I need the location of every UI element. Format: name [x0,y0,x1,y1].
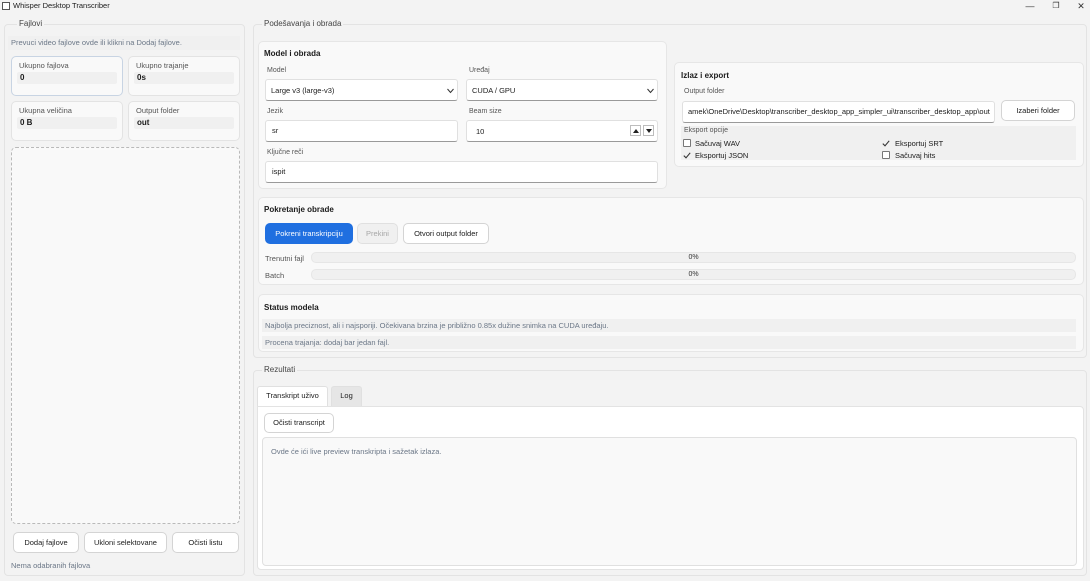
transcript-placeholder: Ovde će ići live preview transkripta i s… [271,447,442,456]
chevron-down-icon [447,88,454,94]
batch-progress: 0% [311,269,1076,280]
results-group-title: Rezultati [262,365,298,375]
title-bar [0,0,1090,12]
stat-label: Ukupna veličina [19,106,72,115]
drop-hint: Prevuci video fajlove ovde ili klikni na… [8,36,240,50]
stat-card-total-duration: Ukupno trajanje 0s [128,56,240,96]
minimize-icon[interactable]: — [1017,0,1043,12]
keywords-label: Ključne reči [267,149,304,156]
export-options-label: Eksport opcije [684,127,728,134]
file-drop-list[interactable] [11,147,240,524]
triangle-down-icon [646,129,652,133]
spin-down-button[interactable] [643,125,654,136]
current-file-label: Trenutni fajl [265,254,304,263]
checkmark-icon[interactable] [683,152,691,159]
export-json-label: Eksportuj JSON [695,151,749,160]
settings-group-title: Podešavanja i obrada [262,19,344,29]
clear-list-button[interactable]: Očisti listu [172,532,239,553]
save-wav-checkbox[interactable] [683,139,691,147]
stat-card-output-folder: Output folder out [128,101,240,141]
add-files-button[interactable]: Dodaj fajlove [13,532,79,553]
model-label: Model [267,67,287,74]
export-srt-label: Eksportuj SRT [895,139,944,148]
app-icon [2,2,10,10]
stat-card-total-files: Ukupno fajlova 0 [11,56,123,96]
model-status-title: Status modela [264,303,319,312]
model-select[interactable]: Large v3 (large-v3) [265,79,458,101]
window-title: Whisper Desktop Transcriber [13,1,110,10]
clear-transcript-button[interactable]: Očisti transcript [264,413,334,433]
stop-button[interactable]: Prekini [357,223,398,244]
remove-selected-button[interactable]: Ukloni selektovane [84,532,167,553]
triangle-up-icon [633,129,639,133]
open-output-folder-button[interactable]: Otvori output folder [403,223,489,244]
output-folder-label: Output folder [684,88,725,95]
maximize-icon[interactable]: ❐ [1043,0,1069,12]
device-select[interactable]: CUDA / GPU [466,79,658,101]
batch-label: Batch [265,271,285,280]
device-label: Uređaj [469,67,490,74]
checkmark-icon[interactable] [882,140,890,147]
stat-card-total-size: Ukupna veličina 0 B [11,101,123,141]
duration-estimate: Procena trajanja: dodaj bar jedan fajl. [262,336,1076,349]
close-icon[interactable]: ✕ [1068,0,1090,12]
stat-value: 0s [134,72,234,84]
save-hits-label: Sačuvaj hits [895,151,936,160]
keywords-input[interactable]: ispit [265,161,658,183]
beam-size-label: Beam size [469,108,502,115]
output-section-title: Izlaz i export [681,71,730,80]
start-transcription-button[interactable]: Pokreni transkripciju [265,223,353,244]
run-section-title: Pokretanje obrade [264,205,334,214]
stat-value: out [134,117,234,129]
stat-label: Ukupno fajlova [19,61,69,70]
save-hits-checkbox[interactable] [882,151,890,159]
spin-up-button[interactable] [630,125,641,136]
current-file-progress: 0% [311,252,1076,263]
language-label: Jezik [267,108,283,115]
save-wav-label: Sačuvaj WAV [695,139,741,148]
stat-value: 0 [17,72,117,84]
device-select-value: CUDA / GPU [472,86,516,95]
stat-value: 0 B [17,117,117,129]
stat-label: Output folder [136,106,180,115]
files-group-title: Fajlovi [17,19,45,29]
language-input[interactable]: sr [265,120,458,142]
tab-live-transcript[interactable]: Transkript uživo [257,386,328,406]
model-status-description: Najbolja preciznost, ali i najsporiji. O… [262,319,1076,332]
beam-size-value: 10 [476,127,485,136]
choose-folder-button[interactable]: Izaberi folder [1001,100,1075,121]
beam-size-spinbox[interactable]: 10 [466,120,658,142]
model-section-title: Model i obrada [264,49,321,58]
transcript-output[interactable]: Ovde će ići live preview transkripta i s… [262,437,1077,566]
tab-log[interactable]: Log [331,386,362,406]
selection-status: Nema odabranih fajlova [11,561,91,570]
model-select-value: Large v3 (large-v3) [271,86,335,95]
output-folder-input[interactable]: amek\OneDrive\Desktop\transcriber_deskto… [682,101,995,123]
chevron-down-icon [647,88,654,94]
stat-label: Ukupno trajanje [136,61,189,70]
